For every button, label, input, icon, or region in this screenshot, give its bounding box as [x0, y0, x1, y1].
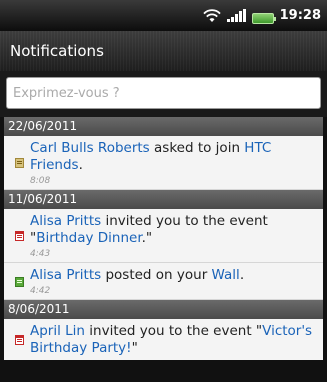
notification-text: Carl Bulls Roberts asked to join HTC Fri… [30, 140, 319, 174]
notification-message: posted on your [101, 267, 212, 283]
target-link[interactable]: Birthday Dinner [36, 230, 141, 246]
notification-suffix: . [239, 267, 245, 283]
event-icon [14, 231, 24, 241]
person-link[interactable]: Carl Bulls Roberts [30, 140, 150, 156]
status-bar: 19:28 [0, 0, 327, 31]
status-input[interactable] [6, 77, 321, 109]
notification-suffix: . [78, 157, 83, 173]
notification-text: April Lin invited you to the event "Vict… [30, 323, 319, 357]
date-header: 22/06/2011 [4, 117, 323, 136]
signal-icon [226, 9, 246, 22]
person-link[interactable]: Alisa Pritts [30, 267, 101, 283]
notification-item[interactable]: Carl Bulls Roberts asked to join HTC Fri… [4, 136, 323, 190]
notification-item[interactable]: Alisa Pritts invited you to the event "B… [4, 209, 323, 263]
target-link[interactable]: Wall [212, 267, 240, 283]
person-link[interactable]: April Lin [30, 323, 85, 339]
battery-icon [251, 12, 276, 24]
page-title: Notifications [10, 42, 104, 60]
notification-time: 4:43 [30, 249, 51, 259]
notification-item[interactable]: April Lin invited you to the event "Vict… [4, 319, 323, 360]
notification-message: invited you to the event " [84, 323, 263, 339]
notification-list[interactable]: 22/06/2011 Carl Bulls Roberts asked to j… [4, 117, 323, 382]
notification-suffix: ." [141, 230, 153, 246]
date-header: 8/06/2011 [4, 300, 323, 319]
event-icon [14, 335, 24, 345]
notification-message: asked to join [149, 140, 245, 156]
wall-post-icon [14, 276, 24, 287]
title-bar: Notifications [0, 31, 327, 71]
notification-item[interactable]: Alisa Pritts posted on your Wall. 4:42 [4, 263, 323, 300]
wifi-icon [202, 8, 221, 23]
status-time: 19:28 [279, 8, 321, 23]
notification-text: Alisa Pritts posted on your Wall. [30, 267, 319, 284]
compose-area [0, 71, 327, 117]
person-link[interactable]: Alisa Pritts [30, 213, 101, 229]
date-header: 11/06/2011 [4, 190, 323, 209]
notification-time: 4:42 [30, 286, 51, 296]
notification-suffix: " [131, 340, 138, 356]
notification-time: 8:08 [30, 176, 51, 186]
notification-text: Alisa Pritts invited you to the event "B… [30, 213, 319, 247]
friend-request-icon [14, 158, 24, 168]
